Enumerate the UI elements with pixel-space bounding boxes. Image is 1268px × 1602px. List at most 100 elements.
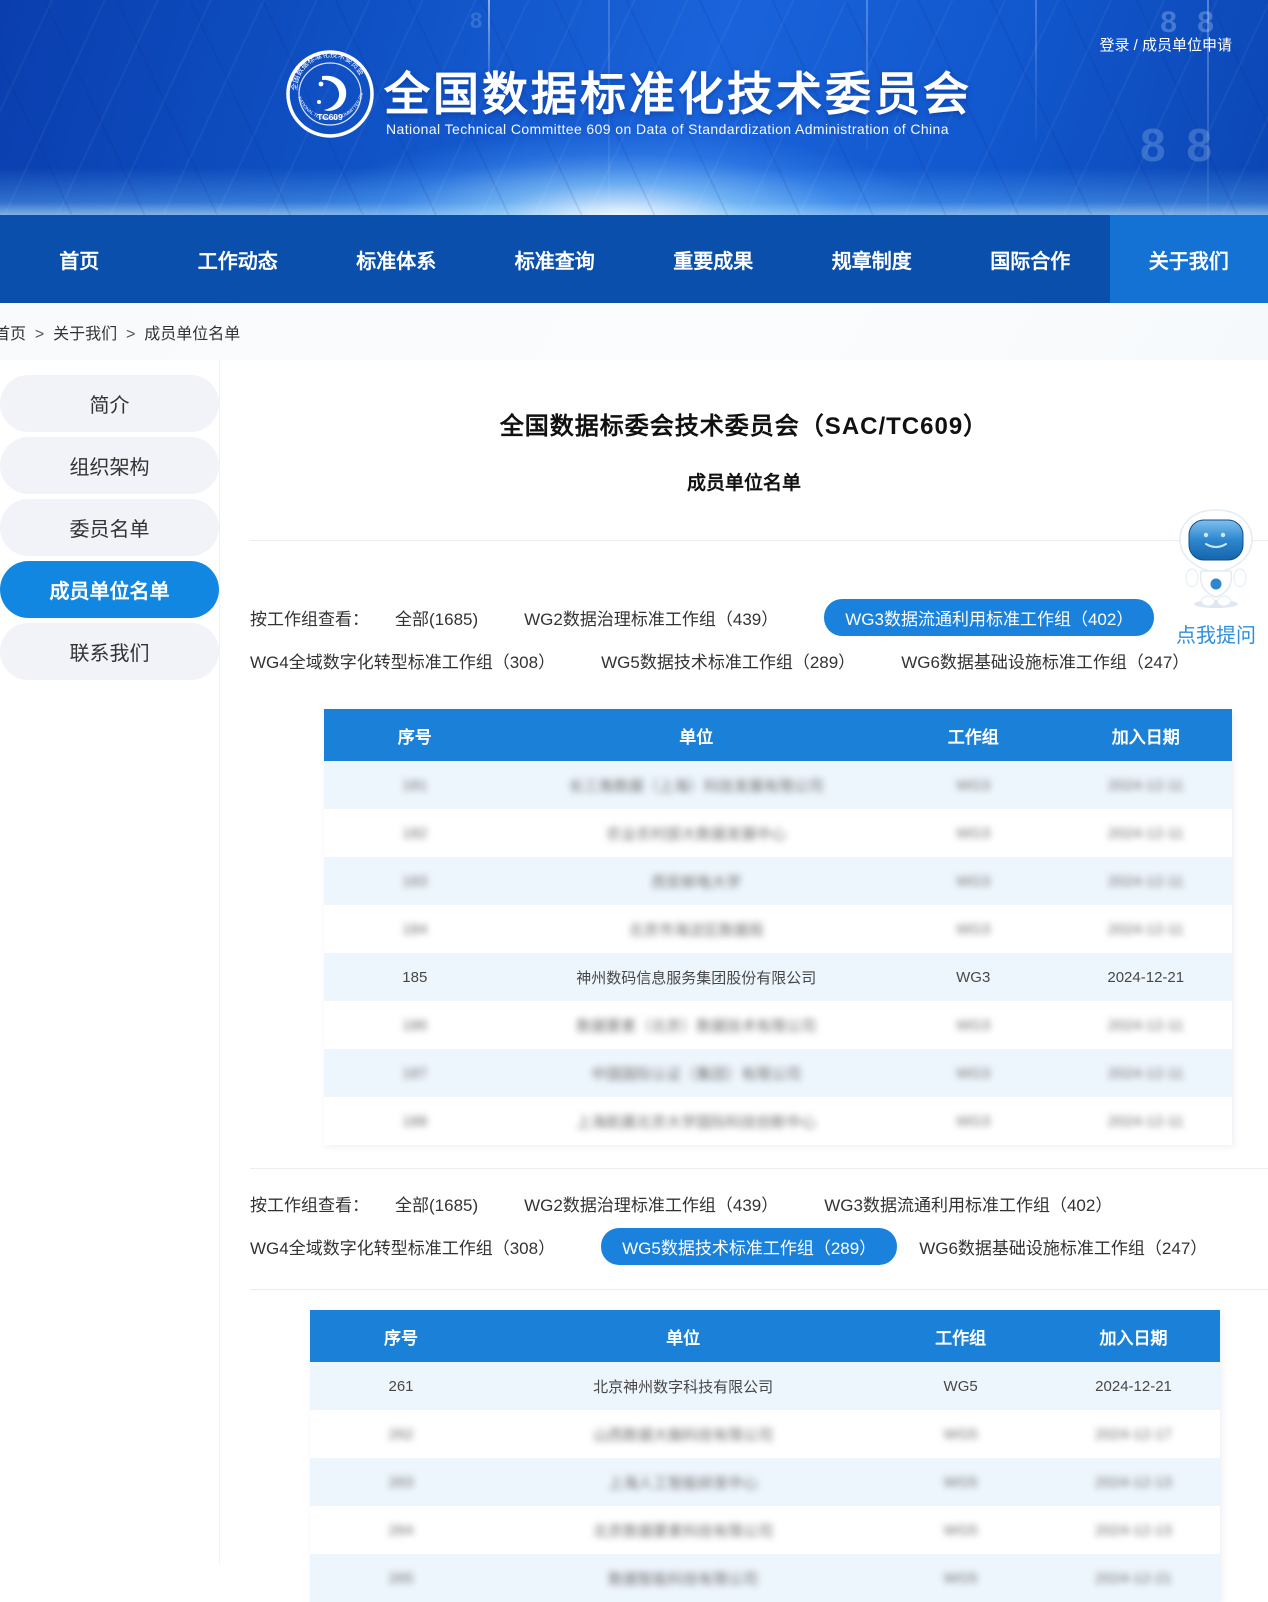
nav-item[interactable]: 规章制度 xyxy=(793,215,952,303)
table-row[interactable]: 261 北京神州数字科技有限公司 WG5 2024-12-21 xyxy=(310,1362,1220,1410)
sidebar-item[interactable]: 委员名单 xyxy=(0,499,219,556)
table-header-cell: 加入日期 xyxy=(1059,709,1232,761)
row-join-date: 2024-12-11 xyxy=(1059,857,1232,905)
nav-item[interactable]: 标准体系 xyxy=(317,215,476,303)
site-title: 全国数据标准化技术委员会 xyxy=(384,58,972,124)
row-number: 185 xyxy=(324,953,506,1001)
breadcrumb-item[interactable]: 首页 xyxy=(0,320,26,344)
row-number: 183 xyxy=(324,857,506,905)
workgroup-filter-option[interactable]: WG2数据治理标准工作组（439） xyxy=(524,1185,778,1222)
logo-tc609-text: TC609 xyxy=(317,112,343,122)
table-row[interactable]: 264 北京数据要素科技有限公司 WG5 2024-12-13 xyxy=(310,1506,1220,1554)
row-workgroup: WG5 xyxy=(874,1506,1047,1554)
content-panel: 全国数据标委会技术委员会（SAC/TC609） 成员单位名单 xyxy=(220,360,1268,1564)
table-row[interactable]: 186 数据要素（北京）数据技术有限公司 WG3 2024-12-11 xyxy=(324,1001,1232,1049)
row-workgroup: WG3 xyxy=(887,809,1060,857)
member-table-wg5: 序号单位工作组加入日期 261 北京神州数字科技有限公司 WG5 2024-12… xyxy=(310,1310,1220,1602)
row-workgroup: WG5 xyxy=(874,1554,1047,1602)
row-join-date: 2024-12-11 xyxy=(1059,1097,1232,1145)
table-row[interactable]: 262 山西数据大脑科技有限公司 WG5 2024-12-17 xyxy=(310,1410,1220,1458)
robot-mascot-icon[interactable] xyxy=(1176,508,1256,610)
table-header-cell: 序号 xyxy=(324,709,506,761)
sidebar-item[interactable]: 简介 xyxy=(0,375,219,432)
table-header-cell: 单位 xyxy=(506,709,887,761)
row-number: 261 xyxy=(310,1362,492,1410)
nav-item[interactable]: 国际合作 xyxy=(951,215,1110,303)
table-row[interactable]: 263 上海人工智能研发中心 WG5 2024-12-13 xyxy=(310,1458,1220,1506)
row-unit: 北京神州数字科技有限公司 xyxy=(492,1362,874,1410)
table-row[interactable]: 184 北京市海淀区数据局 WG3 2024-12-11 xyxy=(324,905,1232,953)
row-number: 186 xyxy=(324,1001,506,1049)
table-row[interactable]: 188 上海航展北京大学国际科技创新中心 WG3 2024-12-11 xyxy=(324,1097,1232,1145)
nav-item[interactable]: 关于我们 xyxy=(1110,215,1268,303)
row-workgroup: WG3 xyxy=(887,953,1060,1001)
row-join-date: 2024-12-11 xyxy=(1059,809,1232,857)
row-join-date: 2024-12-11 xyxy=(1059,1049,1232,1097)
row-unit: 数据要素（北京）数据技术有限公司 xyxy=(506,1001,887,1049)
nav-item[interactable]: 工作动态 xyxy=(159,215,318,303)
banner-decor-digits: 8 xyxy=(470,8,492,34)
workgroup-filter-option[interactable]: WG5数据技术标准工作组（289） xyxy=(601,1228,897,1265)
row-workgroup: WG5 xyxy=(874,1410,1047,1458)
row-number: 263 xyxy=(310,1458,492,1506)
divider xyxy=(250,1168,1268,1169)
row-workgroup: WG3 xyxy=(887,761,1060,809)
main-nav: 首页工作动态标准体系标准查询重要成果规章制度国际合作关于我们 xyxy=(0,215,1268,303)
nav-item[interactable]: 首页 xyxy=(0,215,159,303)
row-workgroup: WG3 xyxy=(887,1001,1060,1049)
breadcrumb: 首页关于我们成员单位名单 xyxy=(0,303,1268,360)
workgroup-filter-option[interactable]: WG6数据基础设施标准工作组（247） xyxy=(901,642,1189,679)
table-header-cell: 单位 xyxy=(492,1310,874,1362)
workgroup-filter-option[interactable]: WG4全域数字化转型标准工作组（308） xyxy=(250,1228,555,1265)
row-unit: 农业农村部大数据发展中心 xyxy=(506,809,887,857)
row-join-date: 2024-12-21 xyxy=(1059,953,1232,1001)
table-row[interactable]: 181 长三角数据（上海）科技发展有限公司 WG3 2024-12-11 xyxy=(324,761,1232,809)
row-join-date: 2024-12-11 xyxy=(1059,1001,1232,1049)
row-unit: 北京市海淀区数据局 xyxy=(506,905,887,953)
ask-me-button[interactable]: 点我提问 xyxy=(1166,619,1266,648)
workgroup-filter-option[interactable]: WG6数据基础设施标准工作组（247） xyxy=(919,1228,1207,1265)
table-row[interactable]: 185 神州数码信息服务集团股份有限公司 WG3 2024-12-21 xyxy=(324,953,1232,1001)
workgroup-filter-option[interactable]: WG2数据治理标准工作组（439） xyxy=(524,599,778,636)
divider xyxy=(250,1289,1268,1290)
row-workgroup: WG3 xyxy=(887,1097,1060,1145)
table-header-cell: 工作组 xyxy=(887,709,1060,761)
table-header-cell: 序号 xyxy=(310,1310,492,1362)
assistant-widget[interactable]: 点我提问 xyxy=(1166,508,1266,648)
row-workgroup: WG3 xyxy=(887,857,1060,905)
login-member-apply-link[interactable]: 登录 / 成员单位申请 xyxy=(1099,34,1232,55)
nav-item[interactable]: 重要成果 xyxy=(634,215,793,303)
row-join-date: 2024-12-11 xyxy=(1059,905,1232,953)
sidebar-item[interactable]: 联系我们 xyxy=(0,623,219,680)
sidebar-item[interactable]: 成员单位名单 xyxy=(0,561,219,618)
workgroup-filter-option[interactable]: WG5数据技术标准工作组（289） xyxy=(601,642,855,679)
row-join-date: 2024-12-13 xyxy=(1047,1458,1220,1506)
table-row[interactable]: 182 农业农村部大数据发展中心 WG3 2024-12-11 xyxy=(324,809,1232,857)
row-number: 262 xyxy=(310,1410,492,1458)
row-join-date: 2024-12-21 xyxy=(1047,1362,1220,1410)
row-workgroup: WG5 xyxy=(874,1362,1047,1410)
row-unit: 上海航展北京大学国际科技创新中心 xyxy=(506,1097,887,1145)
workgroup-filter-option[interactable]: 全部(1685) xyxy=(395,1185,478,1222)
nav-item[interactable]: 标准查询 xyxy=(476,215,635,303)
row-workgroup: WG5 xyxy=(874,1458,1047,1506)
table-row[interactable]: 187 中国国际认证（集团）有限公司 WG3 2024-12-11 xyxy=(324,1049,1232,1097)
table-row[interactable]: 183 西安邮电大学 WG3 2024-12-11 xyxy=(324,857,1232,905)
divider xyxy=(250,540,1268,541)
table-row[interactable]: 265 数据智能科技有限公司 WG5 2024-12-21 xyxy=(310,1554,1220,1602)
workgroup-filter-option[interactable]: WG4全域数字化转型标准工作组（308） xyxy=(250,642,555,679)
table-header-cell: 加入日期 xyxy=(1047,1310,1220,1362)
row-number: 187 xyxy=(324,1049,506,1097)
row-number: 184 xyxy=(324,905,506,953)
page-title: 全国数据标委会技术委员会（SAC/TC609） xyxy=(220,406,1268,441)
sidebar-item[interactable]: 组织架构 xyxy=(0,437,219,494)
workgroup-filter-option[interactable]: WG3数据流通利用标准工作组（402） xyxy=(824,599,1154,636)
breadcrumb-item[interactable]: 成员单位名单 xyxy=(117,320,240,344)
workgroup-filter-option[interactable]: 全部(1685) xyxy=(395,599,478,636)
row-workgroup: WG3 xyxy=(887,1049,1060,1097)
workgroup-filter-option[interactable]: WG3数据流通利用标准工作组（402） xyxy=(824,1185,1112,1222)
workgroup-filter-1: 按工作组查看： 全部(1685)WG2数据治理标准工作组（439）WG3数据流通… xyxy=(220,599,1268,679)
row-unit: 数据智能科技有限公司 xyxy=(492,1554,874,1602)
breadcrumb-item[interactable]: 关于我们 xyxy=(26,320,117,344)
page-subtitle: 成员单位名单 xyxy=(220,468,1268,495)
